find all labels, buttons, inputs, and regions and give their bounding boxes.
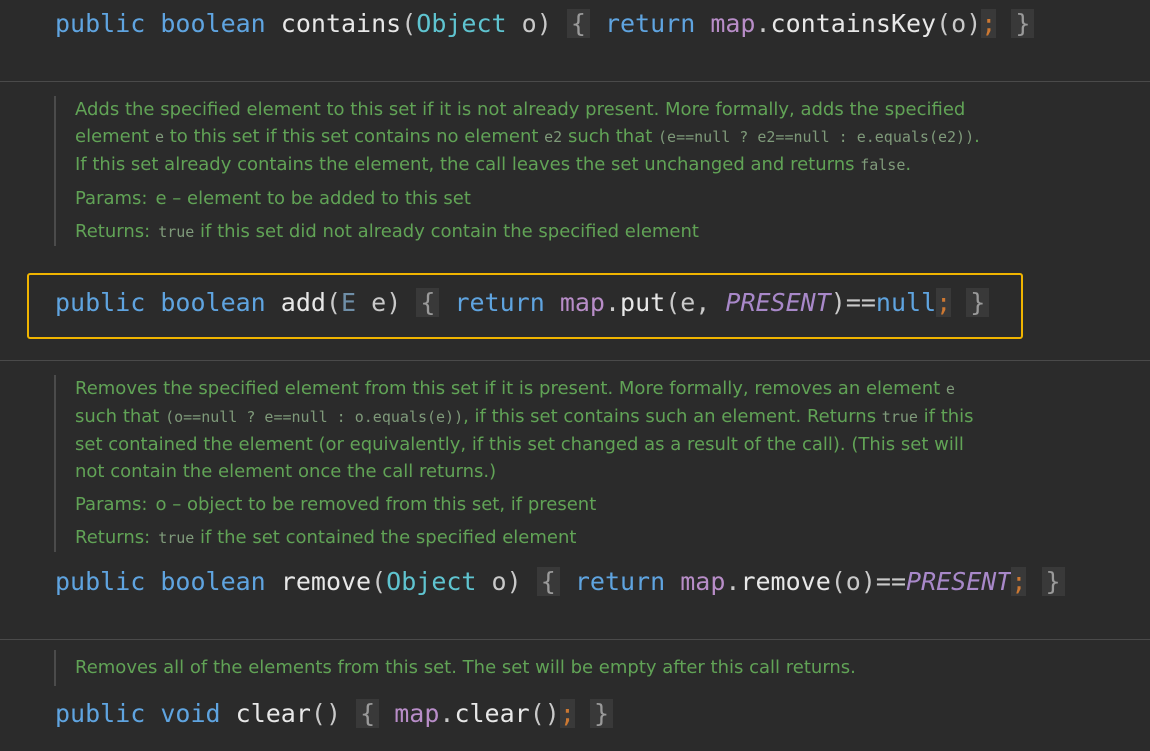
javadoc-add: Adds the specified element to this set i… (54, 96, 995, 246)
fold-brace-open[interactable]: { (566, 9, 590, 38)
field-map[interactable]: map (710, 9, 755, 38)
code-line-remove[interactable]: public boolean remove(Object o) { return… (55, 564, 1065, 600)
param-e: e (356, 288, 387, 317)
keyword-public: public (55, 699, 146, 728)
constant-present[interactable]: PRESENT (725, 288, 830, 317)
dot: . (725, 567, 741, 596)
call-remove[interactable]: remove (740, 567, 830, 596)
call-args: (o) (936, 9, 982, 38)
fold-brace-close[interactable]: } (1041, 567, 1065, 596)
parens: () (310, 699, 342, 728)
dot: . (604, 288, 621, 317)
call-args: (e, (665, 288, 726, 317)
code-line-contains[interactable]: public boolean contains(Object o) { retu… (55, 6, 1035, 42)
method-name-remove[interactable]: remove (281, 567, 371, 596)
call-put[interactable]: put (620, 288, 665, 317)
code-line-clear[interactable]: public void clear() { map.clear(); } (55, 696, 613, 732)
paren-close: ) (536, 9, 552, 38)
keyword-boolean: boolean (160, 9, 266, 38)
fold-brace-open[interactable]: { (536, 567, 560, 596)
keyword-public: public (55, 567, 146, 596)
field-map[interactable]: map (394, 699, 439, 728)
fold-brace-open[interactable]: { (356, 699, 380, 728)
semicolon: ; (1011, 567, 1027, 596)
keyword-null: null (875, 288, 937, 317)
semicolon: ; (936, 288, 952, 317)
call-args: (o)== (830, 567, 907, 596)
method-name-contains[interactable]: contains (281, 9, 401, 38)
doc-description: Removes the specified element from this … (75, 378, 974, 482)
doc-returns: Returns: true if the set contained the sp… (75, 527, 577, 548)
doc-params: Params: e – element to be added to this s… (75, 188, 471, 209)
doc-returns: Returns: true if this set did not already… (75, 221, 699, 242)
separator (0, 639, 1150, 640)
separator (0, 81, 1150, 82)
fold-brace-close[interactable]: } (1011, 9, 1035, 38)
call-containskey[interactable]: containsKey (771, 9, 937, 38)
javadoc-clear: Removes all of the elements from this se… (54, 650, 954, 686)
paren-close: ) (506, 567, 522, 596)
doc-description: Adds the specified element to this set i… (75, 99, 980, 175)
javadoc-remove: Removes the specified element from this … (54, 375, 975, 552)
doc-description: Removes all of the elements from this se… (75, 657, 856, 678)
call-args: () (529, 699, 560, 728)
method-name-clear[interactable]: clear (236, 699, 311, 728)
keyword-public: public (55, 288, 146, 317)
doc-params: Params: o – object to be removed from thi… (75, 494, 597, 515)
dot: . (755, 9, 771, 38)
semicolon: ; (981, 9, 997, 38)
keyword-boolean: boolean (160, 567, 266, 596)
type-param-e[interactable]: E (341, 288, 356, 317)
type-object[interactable]: Object (386, 567, 476, 596)
method-name-add[interactable]: add (281, 288, 326, 317)
param-o: o (476, 567, 507, 596)
type-object[interactable]: Object (416, 9, 506, 38)
paren-open: ( (371, 567, 387, 596)
compare-op: )== (830, 288, 876, 317)
paren-open: ( (325, 288, 342, 317)
fold-brace-close[interactable]: } (966, 288, 990, 317)
separator (0, 360, 1150, 361)
param-o: o (506, 9, 537, 38)
keyword-public: public (55, 9, 146, 38)
fold-brace-open[interactable]: { (416, 288, 440, 317)
keyword-boolean: boolean (160, 288, 266, 317)
field-map[interactable]: map (680, 567, 725, 596)
keyword-void: void (160, 699, 221, 728)
constant-present[interactable]: PRESENT (906, 567, 1011, 596)
dot: . (439, 699, 455, 728)
fold-brace-close[interactable]: } (589, 699, 613, 728)
keyword-return: return (574, 567, 666, 596)
field-map[interactable]: map (560, 288, 605, 317)
semicolon: ; (559, 699, 575, 728)
paren-close: ) (386, 288, 402, 317)
code-line-add[interactable]: public boolean add(E e) { return map.put… (55, 285, 990, 321)
call-clear[interactable]: clear (454, 699, 529, 728)
keyword-return: return (454, 288, 545, 317)
keyword-return: return (604, 9, 696, 38)
paren-open: ( (401, 9, 417, 38)
